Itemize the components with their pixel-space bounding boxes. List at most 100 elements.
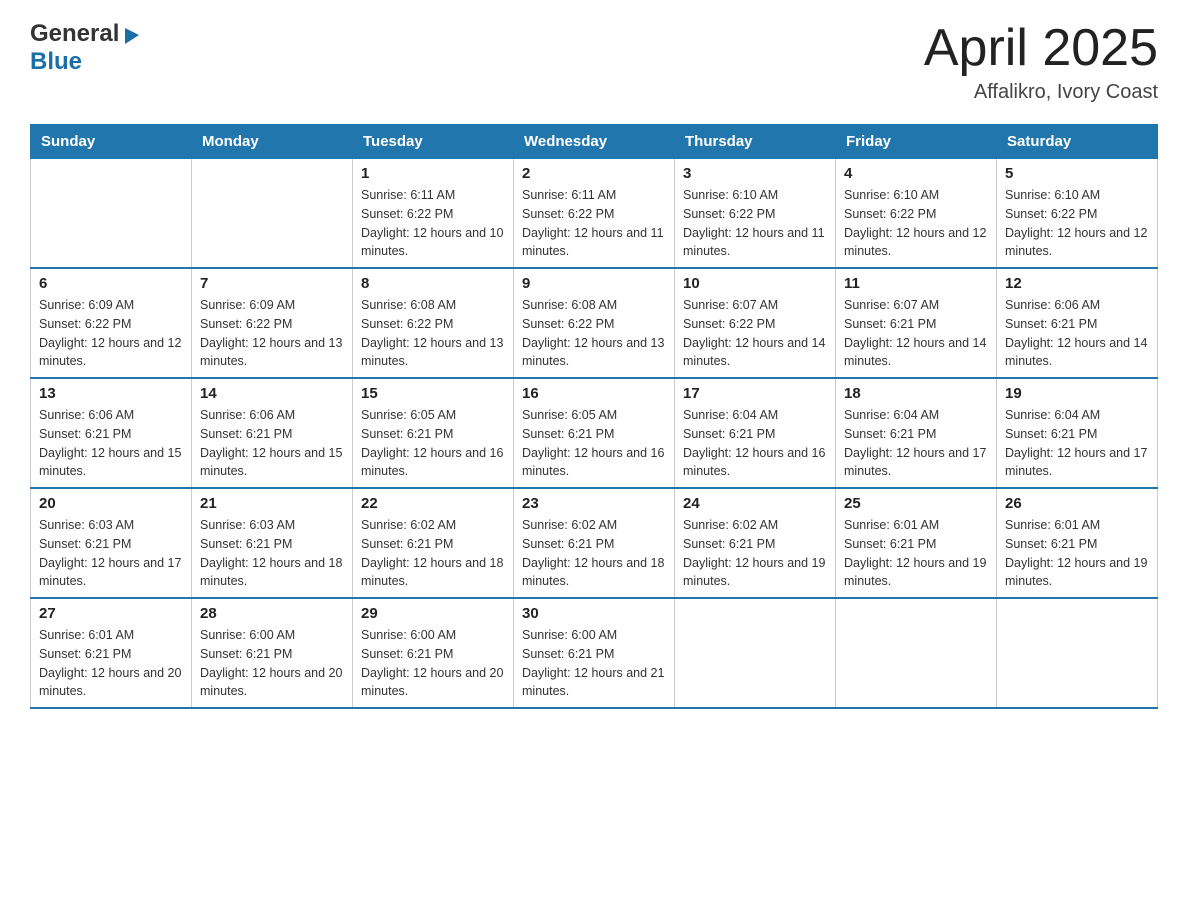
day-number: 11 — [844, 275, 988, 292]
calendar-cell: 17 Sunrise: 6:04 AMSunset: 6:21 PMDayligh… — [675, 378, 836, 488]
day-number: 15 — [361, 385, 505, 402]
calendar-cell — [31, 159, 192, 269]
calendar-cell: 11 Sunrise: 6:07 AMSunset: 6:21 PMDayligh… — [836, 268, 997, 378]
calendar-week-row: 13 Sunrise: 6:06 AMSunset: 6:21 PMDayligh… — [31, 378, 1158, 488]
day-info: Sunrise: 6:03 AMSunset: 6:21 PMDaylight:… — [200, 516, 344, 591]
calendar-cell: 18Sunrise: 6:04 AMSunset: 6:21 PMDayligh… — [836, 378, 997, 488]
calendar-cell: 3Sunrise: 6:10 AMSunset: 6:22 PMDaylight… — [675, 159, 836, 269]
day-number: 6 — [39, 275, 183, 292]
calendar-cell: 15 Sunrise: 6:05 AMSunset: 6:21 PMDayligh… — [353, 378, 514, 488]
day-info: Sunrise: 6:02 AMSunset: 6:21 PMDaylight:… — [683, 516, 827, 591]
day-info: Sunrise: 6:05 AMSunset: 6:21 PMDaylight:… — [361, 406, 505, 481]
page-location: Affalikro, Ivory Coast — [924, 81, 1158, 104]
day-info: Sunrise: 6:05 AMSunset: 6:21 PMDaylight:… — [522, 406, 666, 481]
day-number: 5 — [1005, 165, 1149, 182]
calendar-cell: 14Sunrise: 6:06 AMSunset: 6:21 PMDayligh… — [192, 378, 353, 488]
calendar-cell: 16 Sunrise: 6:05 AMSunset: 6:21 PMDayligh… — [514, 378, 675, 488]
calendar-cell: 1 Sunrise: 6:11 AMSunset: 6:22 PMDaylight… — [353, 159, 514, 269]
logo-blue-text: Blue — [30, 48, 82, 75]
day-info: Sunrise: 6:06 AMSunset: 6:21 PMDaylight:… — [39, 406, 183, 481]
day-number: 17 — [683, 385, 827, 402]
calendar-cell: 12 Sunrise: 6:06 AMSunset: 6:21 PMDayligh… — [997, 268, 1158, 378]
day-info: Sunrise: 6:00 AMSunset: 6:21 PMDaylight:… — [200, 626, 344, 701]
day-number: 16 — [522, 385, 666, 402]
day-number: 10 — [683, 275, 827, 292]
day-info: Sunrise: 6:00 AMSunset: 6:21 PMDaylight:… — [361, 626, 505, 701]
day-info: Sunrise: 6:07 AMSunset: 6:21 PMDaylight:… — [844, 296, 988, 371]
calendar-cell: 28Sunrise: 6:00 AMSunset: 6:21 PMDayligh… — [192, 598, 353, 708]
days-of-week-row: SundayMondayTuesdayWednesdayThursdayFrid… — [31, 125, 1158, 159]
calendar-cell: 20Sunrise: 6:03 AMSunset: 6:21 PMDayligh… — [31, 488, 192, 598]
day-info: Sunrise: 6:04 AMSunset: 6:21 PMDaylight:… — [1005, 406, 1149, 481]
day-number: 18 — [844, 385, 988, 402]
day-info: Sunrise: 6:06 AMSunset: 6:21 PMDaylight:… — [1005, 296, 1149, 371]
day-number: 22 — [361, 495, 505, 512]
logo-general-text: General — [30, 20, 119, 48]
day-number: 19 — [1005, 385, 1149, 402]
title-block: April 2025 Affalikro, Ivory Coast — [924, 20, 1158, 104]
day-info: Sunrise: 6:09 AMSunset: 6:22 PMDaylight:… — [200, 296, 344, 371]
day-number: 13 — [39, 385, 183, 402]
day-number: 26 — [1005, 495, 1149, 512]
calendar-week-row: 1 Sunrise: 6:11 AMSunset: 6:22 PMDaylight… — [31, 159, 1158, 269]
day-number: 1 — [361, 165, 505, 182]
day-number: 4 — [844, 165, 988, 182]
calendar-week-row: 20Sunrise: 6:03 AMSunset: 6:21 PMDayligh… — [31, 488, 1158, 598]
day-info: Sunrise: 6:10 AMSunset: 6:22 PMDaylight:… — [844, 186, 988, 261]
calendar-cell: 26Sunrise: 6:01 AMSunset: 6:21 PMDayligh… — [997, 488, 1158, 598]
day-number: 2 — [522, 165, 666, 182]
day-number: 24 — [683, 495, 827, 512]
day-info: Sunrise: 6:00 AMSunset: 6:21 PMDaylight:… — [522, 626, 666, 701]
day-number: 27 — [39, 605, 183, 622]
day-info: Sunrise: 6:04 AMSunset: 6:21 PMDaylight:… — [683, 406, 827, 481]
day-info: Sunrise: 6:11 AMSunset: 6:22 PMDaylight:… — [522, 186, 666, 261]
day-of-week-header: Saturday — [997, 125, 1158, 159]
calendar-week-row: 6 Sunrise: 6:09 AMSunset: 6:22 PMDaylight… — [31, 268, 1158, 378]
day-number: 3 — [683, 165, 827, 182]
logo-triangle-icon — [121, 24, 143, 46]
day-number: 7 — [200, 275, 344, 292]
day-number: 25 — [844, 495, 988, 512]
logo: General Blue — [30, 20, 143, 76]
calendar-week-row: 27Sunrise: 6:01 AMSunset: 6:21 PMDayligh… — [31, 598, 1158, 708]
day-number: 12 — [1005, 275, 1149, 292]
calendar-cell: 8 Sunrise: 6:08 AMSunset: 6:22 PMDaylight… — [353, 268, 514, 378]
page-title: April 2025 — [924, 20, 1158, 77]
day-number: 30 — [522, 605, 666, 622]
calendar-cell: 23Sunrise: 6:02 AMSunset: 6:21 PMDayligh… — [514, 488, 675, 598]
day-of-week-header: Wednesday — [514, 125, 675, 159]
day-number: 9 — [522, 275, 666, 292]
day-number: 14 — [200, 385, 344, 402]
day-of-week-header: Sunday — [31, 125, 192, 159]
day-info: Sunrise: 6:02 AMSunset: 6:21 PMDaylight:… — [361, 516, 505, 591]
day-of-week-header: Thursday — [675, 125, 836, 159]
day-info: Sunrise: 6:01 AMSunset: 6:21 PMDaylight:… — [844, 516, 988, 591]
day-info: Sunrise: 6:10 AMSunset: 6:22 PMDaylight:… — [1005, 186, 1149, 261]
calendar-cell: 13 Sunrise: 6:06 AMSunset: 6:21 PMDayligh… — [31, 378, 192, 488]
calendar-cell: 7 Sunrise: 6:09 AMSunset: 6:22 PMDaylight… — [192, 268, 353, 378]
day-number: 23 — [522, 495, 666, 512]
day-info: Sunrise: 6:07 AMSunset: 6:22 PMDaylight:… — [683, 296, 827, 371]
calendar-cell: 21Sunrise: 6:03 AMSunset: 6:21 PMDayligh… — [192, 488, 353, 598]
calendar-cell: 4 Sunrise: 6:10 AMSunset: 6:22 PMDaylight… — [836, 159, 997, 269]
calendar-cell: 29Sunrise: 6:00 AMSunset: 6:21 PMDayligh… — [353, 598, 514, 708]
calendar-cell: 30 Sunrise: 6:00 AMSunset: 6:21 PMDayligh… — [514, 598, 675, 708]
calendar-cell — [997, 598, 1158, 708]
calendar-cell — [675, 598, 836, 708]
day-info: Sunrise: 6:08 AMSunset: 6:22 PMDaylight:… — [522, 296, 666, 371]
day-of-week-header: Monday — [192, 125, 353, 159]
day-info: Sunrise: 6:03 AMSunset: 6:21 PMDaylight:… — [39, 516, 183, 591]
day-info: Sunrise: 6:08 AMSunset: 6:22 PMDaylight:… — [361, 296, 505, 371]
calendar-cell: 22 Sunrise: 6:02 AMSunset: 6:21 PMDayligh… — [353, 488, 514, 598]
day-of-week-header: Tuesday — [353, 125, 514, 159]
calendar-cell — [192, 159, 353, 269]
calendar-table: SundayMondayTuesdayWednesdayThursdayFrid… — [30, 124, 1158, 709]
calendar-cell: 10 Sunrise: 6:07 AMSunset: 6:22 PMDayligh… — [675, 268, 836, 378]
day-number: 8 — [361, 275, 505, 292]
calendar-cell: 24 Sunrise: 6:02 AMSunset: 6:21 PMDayligh… — [675, 488, 836, 598]
day-info: Sunrise: 6:11 AMSunset: 6:22 PMDaylight:… — [361, 186, 505, 261]
calendar-cell: 2 Sunrise: 6:11 AMSunset: 6:22 PMDaylight… — [514, 159, 675, 269]
calendar-cell: 19 Sunrise: 6:04 AMSunset: 6:21 PMDayligh… — [997, 378, 1158, 488]
page-header: General Blue April 2025 Affalikro, Ivory… — [30, 20, 1158, 104]
day-of-week-header: Friday — [836, 125, 997, 159]
